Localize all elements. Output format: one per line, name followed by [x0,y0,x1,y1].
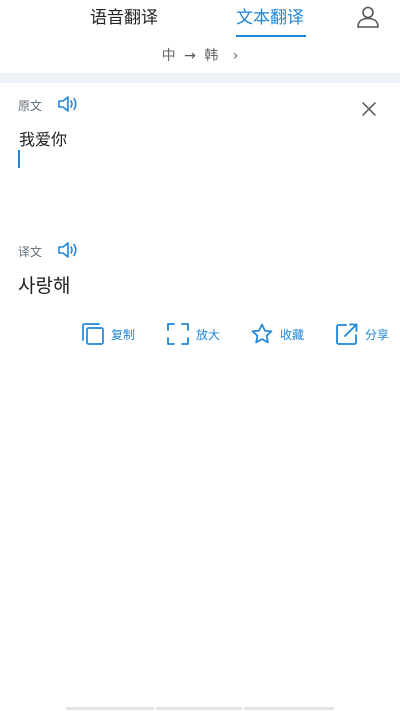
speaker-icon[interactable] [57,95,81,113]
home-indicator [66,707,334,711]
copy-button[interactable]: 复制 [81,320,135,348]
share-button[interactable]: 分享 [335,320,389,348]
speaker-icon[interactable] [57,241,81,259]
home-indicator-segment [244,707,334,710]
source-language: 中 [161,48,176,64]
translation-result: 사랑해 [18,275,71,297]
text-cursor [18,150,20,168]
close-icon[interactable] [361,101,377,117]
chevron-right-icon: › [232,48,239,64]
star-icon [251,323,273,344]
active-tab-indicator [236,35,306,37]
home-indicator-segment [66,707,154,710]
tab-voice-translation[interactable]: 语音翻译 [90,6,158,30]
source-label: 原文 [18,99,43,113]
tab-text-translation[interactable]: 文本翻译 [236,6,304,30]
source-text-input[interactable]: 我爱你 [19,126,67,150]
result-label: 译文 [18,245,43,259]
result-actions: 复制 放大 收藏 分享 [0,320,400,348]
divider-band [0,73,400,83]
arrow-right-icon: → [184,48,196,64]
language-selector[interactable]: 中 → 韩 › [0,46,400,66]
top-tab-bar: 语音翻译 文本翻译 [0,0,400,40]
favorite-label: 收藏 [280,327,305,342]
favorite-button[interactable]: 收藏 [250,320,304,348]
zoom-label: 放大 [196,327,221,342]
zoom-button[interactable]: 放大 [166,320,220,348]
home-indicator-segment [156,707,242,710]
user-icon[interactable] [356,6,380,28]
share-icon [336,323,358,345]
target-language: 韩 [204,48,219,64]
fullscreen-icon [167,323,189,345]
copy-icon [82,323,104,345]
share-label: 分享 [365,327,390,342]
copy-label: 复制 [111,327,136,342]
